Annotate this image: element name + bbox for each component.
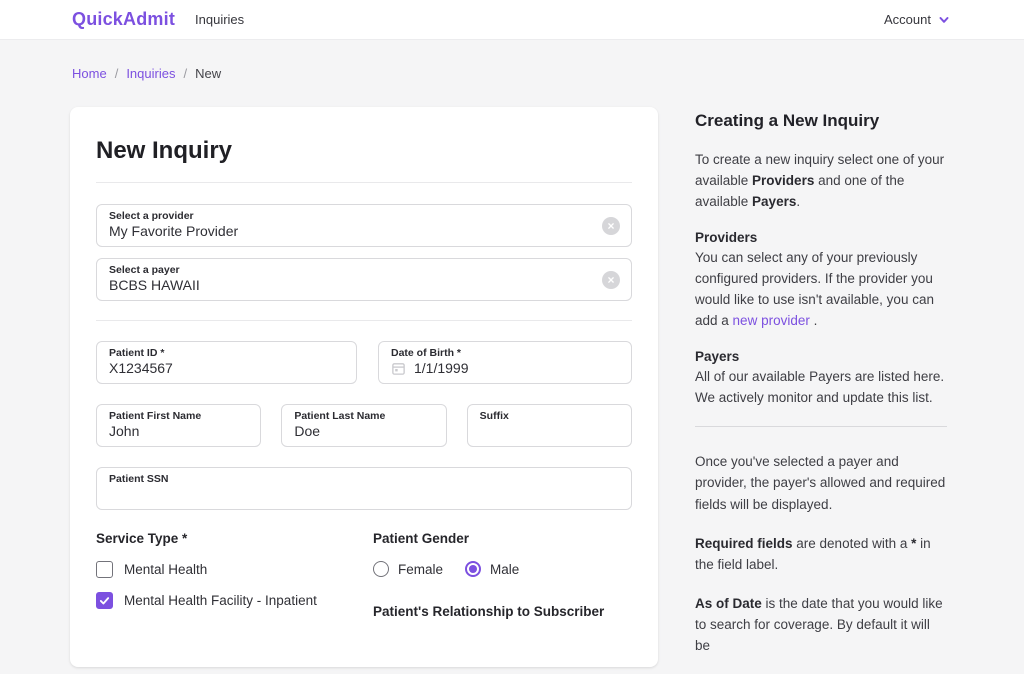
divider bbox=[96, 182, 632, 183]
help-paragraph: To create a new inquiry select one of yo… bbox=[695, 149, 947, 212]
first-name-label: Patient First Name bbox=[109, 410, 248, 423]
help-section-heading: Providers bbox=[695, 230, 947, 245]
radio-selected-icon[interactable] bbox=[465, 561, 481, 577]
account-menu-button[interactable]: Account bbox=[884, 12, 950, 27]
suffix-field[interactable]: Suffix bbox=[467, 404, 632, 447]
payer-select-label: Select a payer bbox=[109, 264, 587, 277]
first-name-value: John bbox=[109, 423, 248, 440]
provider-select[interactable]: Select a provider My Favorite Provider × bbox=[96, 204, 632, 247]
help-bold-text: As of Date bbox=[695, 596, 762, 611]
checkbox-unchecked-icon[interactable] bbox=[96, 561, 113, 578]
checkbox-label: Mental Health Facility - Inpatient bbox=[124, 593, 317, 608]
help-text: are denoted with a bbox=[793, 536, 912, 551]
patient-id-field[interactable]: Patient ID * X1234567 bbox=[96, 341, 357, 384]
suffix-label: Suffix bbox=[480, 410, 619, 423]
help-paragraph: You can select any of your previously co… bbox=[695, 247, 947, 331]
radio-unselected-icon[interactable] bbox=[373, 561, 389, 577]
service-type-options: Mental Health Mental Health Facility - In… bbox=[96, 561, 373, 609]
first-name-field[interactable]: Patient First Name John bbox=[96, 404, 261, 447]
ssn-field[interactable]: Patient SSN bbox=[96, 467, 632, 510]
service-type-label: Service Type * bbox=[96, 531, 373, 546]
ssn-value bbox=[109, 486, 619, 503]
help-text: . bbox=[796, 194, 800, 209]
date-of-birth-field[interactable]: Date of Birth * 1/1/1999 bbox=[378, 341, 632, 384]
provider-select-label: Select a provider bbox=[109, 210, 587, 223]
clear-payer-icon[interactable]: × bbox=[602, 271, 620, 289]
help-bold-text: Payers bbox=[752, 194, 796, 209]
help-bold-text: Providers bbox=[752, 173, 814, 188]
brand-logo[interactable]: QuickAdmit bbox=[72, 9, 175, 30]
last-name-label: Patient Last Name bbox=[294, 410, 433, 423]
divider bbox=[96, 320, 632, 321]
page-title: New Inquiry bbox=[96, 137, 632, 165]
checkbox-checked-icon[interactable] bbox=[96, 592, 113, 609]
relationship-to-subscriber-label: Patient's Relationship to Subscriber bbox=[373, 604, 632, 619]
patient-gender-label: Patient Gender bbox=[373, 531, 632, 546]
gender-radio-option[interactable]: Female bbox=[373, 561, 443, 577]
new-inquiry-form-card: New Inquiry Select a provider My Favorit… bbox=[70, 107, 658, 667]
breadcrumb: Home / Inquiries / New bbox=[0, 40, 1024, 81]
breadcrumb-current: New bbox=[195, 66, 221, 81]
breadcrumb-separator: / bbox=[115, 66, 119, 81]
breadcrumb-separator: / bbox=[183, 66, 187, 81]
payer-select[interactable]: Select a payer BCBS HAWAII × bbox=[96, 258, 632, 301]
help-bold-text: Required fields bbox=[695, 536, 793, 551]
help-panel: Creating a New Inquiry To create a new in… bbox=[695, 107, 947, 674]
help-section-heading: Payers bbox=[695, 349, 947, 364]
page-content: New Inquiry Select a provider My Favorit… bbox=[0, 107, 1024, 674]
account-menu-label: Account bbox=[884, 12, 931, 27]
top-nav-bar: QuickAdmit Inquiries Account bbox=[0, 0, 1024, 40]
service-type-checkbox-row[interactable]: Mental Health Facility - Inpatient bbox=[96, 592, 373, 609]
provider-select-value: My Favorite Provider bbox=[109, 223, 587, 240]
date-of-birth-label: Date of Birth * bbox=[391, 347, 619, 360]
checkbox-label: Mental Health bbox=[124, 562, 207, 577]
radio-label: Female bbox=[398, 562, 443, 577]
radio-label: Male bbox=[490, 562, 519, 577]
date-of-birth-value: 1/1/1999 bbox=[414, 360, 469, 377]
breadcrumb-home[interactable]: Home bbox=[72, 66, 107, 81]
last-name-field[interactable]: Patient Last Name Doe bbox=[281, 404, 446, 447]
help-title: Creating a New Inquiry bbox=[695, 111, 947, 131]
new-provider-link[interactable]: new provider bbox=[733, 313, 810, 328]
help-text: Once you've selected a payer and provide… bbox=[695, 454, 945, 511]
last-name-value: Doe bbox=[294, 423, 433, 440]
suffix-value bbox=[480, 423, 619, 440]
service-type-checkbox-row[interactable]: Mental Health bbox=[96, 561, 373, 578]
help-paragraph: All of our available Payers are listed h… bbox=[695, 366, 947, 408]
patient-id-label: Patient ID * bbox=[109, 347, 344, 360]
help-paragraph: Required fields are denoted with a * in … bbox=[695, 533, 947, 575]
gender-radio-option[interactable]: Male bbox=[465, 561, 519, 577]
nav-item-inquiries[interactable]: Inquiries bbox=[195, 12, 244, 27]
help-paragraph: As of Date is the date that you would li… bbox=[695, 593, 947, 656]
clear-provider-icon[interactable]: × bbox=[602, 217, 620, 235]
payer-select-value: BCBS HAWAII bbox=[109, 277, 587, 294]
patient-id-value: X1234567 bbox=[109, 360, 344, 377]
divider bbox=[695, 426, 947, 427]
patient-gender-options: Female Male bbox=[373, 561, 632, 577]
ssn-label: Patient SSN bbox=[109, 473, 619, 486]
help-text: All of our available Payers are listed h… bbox=[695, 369, 944, 405]
help-paragraph: Once you've selected a payer and provide… bbox=[695, 451, 947, 514]
calendar-icon[interactable] bbox=[391, 361, 406, 376]
breadcrumb-inquiries[interactable]: Inquiries bbox=[126, 66, 175, 81]
help-text: . bbox=[810, 313, 818, 328]
chevron-down-icon[interactable] bbox=[938, 14, 950, 26]
